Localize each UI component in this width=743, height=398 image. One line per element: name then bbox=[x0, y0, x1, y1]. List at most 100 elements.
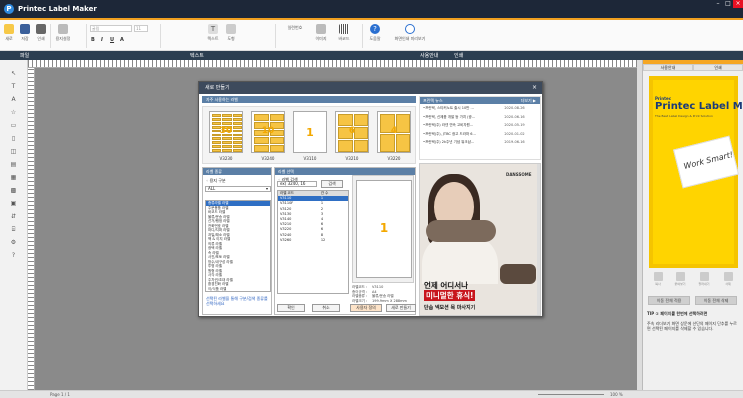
close-window-button[interactable]: × bbox=[733, 0, 743, 8]
bold-button[interactable]: B bbox=[91, 37, 95, 43]
dialog-close-button[interactable]: × bbox=[532, 82, 537, 94]
tool-pattern-icon[interactable]: ▩ bbox=[9, 187, 18, 195]
group-guide[interactable]: 사용안내 bbox=[420, 52, 438, 59]
cancel-button[interactable]: 취소 bbox=[312, 304, 340, 312]
font-size-select[interactable]: 11 bbox=[134, 25, 148, 32]
category-list[interactable]: 종류라벨 라벨 주문용품 라벨 바코드 라벨 물류/운송 라벨 선거/행정 라벨 전화번호… bbox=[205, 200, 271, 292]
category-label: ◦ 용지 구분 bbox=[206, 178, 226, 183]
search-input[interactable]: ex) 3240, 16 bbox=[277, 181, 317, 187]
delete-all-button[interactable]: 이동 전체 삭제 bbox=[695, 296, 737, 305]
tool-align-icon[interactable]: ⇵ bbox=[9, 213, 18, 221]
new-file-icon bbox=[4, 24, 14, 34]
underline-button[interactable]: U bbox=[110, 37, 114, 43]
thumb-v3210[interactable]: 6 bbox=[335, 111, 369, 153]
tip-box: TIP ① 페이지를 한번에 선택하려면 주속 리더보기 화면 상운에 산단의 … bbox=[647, 311, 740, 331]
paste-button[interactable]: 붙여넣기 bbox=[673, 272, 687, 286]
label-cell bbox=[212, 137, 222, 141]
ribbon-group-bar: 파일 텍스트 사용안내 인쇄 bbox=[0, 51, 743, 60]
label-cell bbox=[269, 114, 284, 121]
shape-button[interactable]: 도형 bbox=[223, 24, 239, 42]
news-item[interactable]: •프린텍, 스티커노트 출시 10만 ... 2020-08-26 bbox=[420, 104, 540, 113]
custom-label-button[interactable]: 사용자 정의 bbox=[350, 304, 382, 312]
thumb-label: V3230 bbox=[219, 156, 233, 161]
label-cell bbox=[338, 140, 353, 152]
group-text[interactable]: 텍스트 bbox=[190, 52, 204, 59]
zoom-slider[interactable] bbox=[538, 394, 604, 395]
thumb-label: V3110 bbox=[303, 156, 317, 161]
italic-button[interactable]: I bbox=[101, 37, 103, 43]
horizontal-ruler bbox=[28, 60, 641, 68]
serial-button[interactable]: 일련번호 bbox=[280, 25, 310, 31]
label-code-table[interactable]: 라벨 코드 칸 수 V3110 1 V3110F 1 V3120 2 V3130 3 V3140 4 V… bbox=[277, 190, 349, 294]
apply-all-button[interactable]: 이동 전체 적용 bbox=[648, 296, 690, 305]
tool-text-icon[interactable]: T bbox=[9, 83, 18, 91]
news-date: 2020-06-16 bbox=[504, 114, 525, 119]
new-button[interactable]: 새로 bbox=[2, 24, 16, 42]
minimize-button[interactable]: – bbox=[713, 0, 723, 8]
print-preview-button[interactable]: 화면인쇄 미리보기 bbox=[392, 24, 428, 42]
news-header: 프린텍 뉴스 더보기 ▶ bbox=[420, 97, 540, 104]
tool-help-icon[interactable]: ? bbox=[9, 252, 18, 260]
news-item[interactable]: •프린텍(주), JTBC 광고 드라마 6... 2020-01-02 bbox=[420, 130, 540, 139]
label-cell bbox=[212, 121, 222, 125]
maximize-button[interactable]: □ bbox=[723, 0, 733, 8]
category-item[interactable]: 미디어 라벨 bbox=[206, 291, 270, 292]
thumb-v3110[interactable]: 1 bbox=[293, 111, 327, 153]
news-item[interactable]: •프린텍(주) 라넨 연속 고비자원... 2020-05-19 bbox=[420, 121, 540, 130]
ad-banner[interactable]: DANSSOME 언제 어디서나 미니멀한 휴식! 단솜 넥모션 목 마사지기 bbox=[419, 163, 541, 316]
search-button[interactable]: 검색 bbox=[321, 180, 343, 188]
thumb-v3240[interactable]: 10 bbox=[251, 111, 285, 153]
tool-frame-icon[interactable]: ◫ bbox=[9, 148, 18, 156]
create-new-button[interactable]: 새로 만들기 bbox=[386, 304, 416, 312]
thumb-num: 30 bbox=[219, 126, 233, 136]
group-print[interactable]: 인쇄 bbox=[454, 52, 463, 59]
delete-button[interactable]: 삭제 bbox=[721, 272, 735, 286]
text-button[interactable]: T 텍스트 bbox=[205, 24, 221, 42]
label-cell bbox=[222, 137, 232, 141]
vertical-ruler bbox=[28, 68, 35, 390]
tool-settings-icon[interactable]: ⚙ bbox=[9, 239, 18, 247]
font-name-select[interactable]: 굴림 bbox=[90, 25, 132, 32]
news-item[interactable]: •프린텍, 신제품 개발 등 가치 (광... 2020-06-16 bbox=[420, 113, 540, 122]
help-button[interactable]: ? 도움말 bbox=[366, 24, 384, 42]
table-row[interactable]: V3260 12 bbox=[278, 238, 348, 243]
promo-title: Printec Label Maker bbox=[655, 101, 743, 112]
tool-rect-icon[interactable]: ▭ bbox=[9, 122, 18, 130]
tool-star-icon[interactable]: ☆ bbox=[9, 109, 18, 117]
font-color-button[interactable]: A bbox=[120, 37, 124, 43]
group-file[interactable]: 파일 bbox=[20, 52, 29, 59]
label-cell bbox=[353, 140, 368, 152]
clock-icon bbox=[405, 24, 415, 34]
status-bar: Page 1 / 1 100 % bbox=[0, 390, 743, 398]
barcode-button[interactable]: 바코드 bbox=[334, 24, 354, 42]
ad-scrollbar[interactable] bbox=[537, 164, 540, 315]
print-button[interactable]: 인쇄 bbox=[34, 24, 48, 42]
thumb-v3220[interactable]: 4 bbox=[377, 111, 411, 153]
info-row: 라벨크기 : 199.9mm X 288mm bbox=[352, 299, 414, 304]
tool-select-icon[interactable]: ↖ bbox=[9, 70, 18, 78]
tool-fill-icon[interactable]: ▣ bbox=[9, 200, 18, 208]
dialog-left: 자주 사용하는 라벨 30 V3230 10 V3240 1 V3110 6 V… bbox=[202, 96, 416, 316]
save-button[interactable]: 저장 bbox=[18, 24, 32, 42]
thumb-v3230[interactable]: 30 bbox=[209, 111, 243, 153]
image-button[interactable]: 이미지 bbox=[312, 24, 330, 42]
cut-button[interactable]: 잘라내기 bbox=[697, 272, 711, 286]
preview-page: 1 bbox=[356, 180, 412, 278]
tab-print[interactable]: 인쇄 bbox=[693, 64, 743, 71]
tab-guide[interactable]: 사용안내 bbox=[643, 64, 693, 71]
news-title: •프린텍(주), JTBC 광고 드라마 6... bbox=[423, 131, 476, 136]
category-select[interactable]: ALL ▾ bbox=[205, 186, 271, 192]
tool-font-icon[interactable]: A bbox=[9, 96, 18, 104]
tool-grid-icon[interactable]: ▦ bbox=[9, 174, 18, 182]
promo-banner[interactable]: Printec Printec Label Maker The Best Lab… bbox=[649, 76, 743, 268]
label-setup-button[interactable]: 용지설정 bbox=[53, 24, 73, 42]
tool-lines-icon[interactable]: ▤ bbox=[9, 161, 18, 169]
news-item[interactable]: •프린텍(주) 2k주년 기념 워크샵... 2019-06-16 bbox=[420, 138, 540, 147]
news-more-link[interactable]: 더보기 ▶ bbox=[521, 97, 536, 104]
ok-button[interactable]: 확인 bbox=[277, 304, 305, 312]
copy-button[interactable]: 복사 bbox=[651, 272, 665, 286]
tool-roundrect-icon[interactable]: ▯ bbox=[9, 135, 18, 143]
tool-barcode-icon[interactable]: ⌸ bbox=[9, 226, 18, 234]
promo-subtitle: The Best Label Design & Print Solution bbox=[655, 114, 713, 118]
divider bbox=[160, 24, 161, 48]
